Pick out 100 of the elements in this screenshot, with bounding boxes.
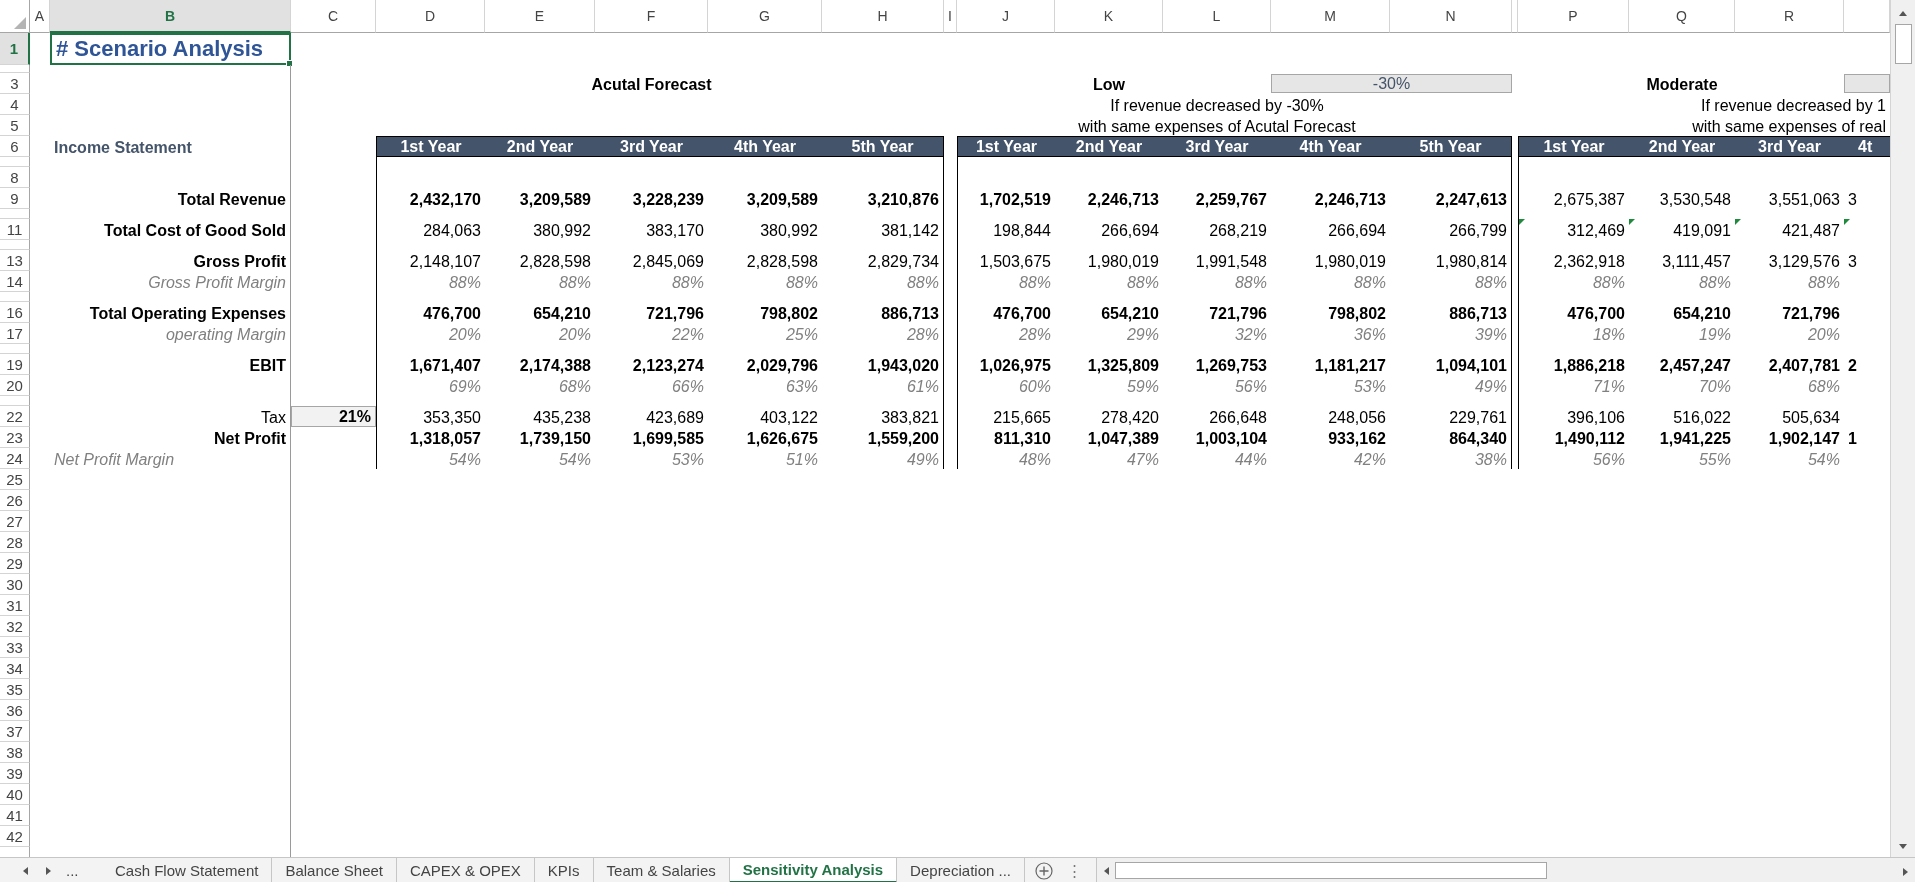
table-cell: 22% (671, 326, 704, 344)
table-cell: 1,503,675 (979, 253, 1051, 271)
row-header[interactable]: 32 (0, 616, 30, 637)
column-header[interactable]: J (957, 0, 1055, 33)
row-header[interactable]: 35 (0, 679, 30, 700)
row-header[interactable]: 5 (0, 115, 30, 136)
column-header[interactable]: E (485, 0, 595, 33)
arrow-right-icon[interactable] (44, 866, 52, 875)
row-header[interactable]: 39 (0, 763, 30, 784)
scrollbar-thumb[interactable] (1894, 24, 1912, 64)
sheet-tab[interactable]: CAPEX & OPEX (397, 858, 535, 882)
column-header[interactable]: A (30, 0, 50, 33)
table-cell: 266,648 (1209, 409, 1267, 427)
row-header[interactable] (0, 240, 30, 250)
row-header[interactable]: 25 (0, 469, 30, 490)
row-header[interactable]: 36 (0, 700, 30, 721)
row-header[interactable]: 19 (0, 354, 30, 375)
column-header[interactable]: H (822, 0, 944, 33)
column-header[interactable]: L (1163, 0, 1271, 33)
options-button[interactable]: ⋮ (1067, 858, 1082, 882)
arrow-down-icon[interactable] (1899, 842, 1907, 850)
row-header[interactable]: 42 (0, 826, 30, 847)
row-header[interactable]: 3 (0, 73, 30, 94)
row-header[interactable]: 33 (0, 637, 30, 658)
column-header[interactable]: Q (1629, 0, 1735, 33)
row-header[interactable]: 1 (0, 33, 30, 65)
active-cell[interactable]: # Scenario Analysis (50, 33, 291, 65)
row-header[interactable]: 34 (0, 658, 30, 679)
row-header[interactable]: 22 (0, 406, 30, 427)
row-header[interactable]: 6 (0, 136, 30, 157)
sheet-tab[interactable]: Sensitivity Analysis (729, 858, 898, 882)
row-header[interactable]: 28 (0, 532, 30, 553)
row-header[interactable]: 29 (0, 553, 30, 574)
table-cell: 3 (1848, 253, 1857, 271)
column-header[interactable]: B (50, 0, 291, 33)
more-tabs-button[interactable]: ... (66, 862, 79, 879)
table-cell: 2,407,781 (1768, 357, 1840, 375)
scrollbar-thumb[interactable] (1115, 862, 1547, 879)
row-header[interactable] (0, 292, 30, 302)
row-header[interactable]: 14 (0, 271, 30, 292)
column-header[interactable]: M (1271, 0, 1390, 33)
row-header[interactable]: 9 (0, 188, 30, 209)
column-header[interactable]: N (1390, 0, 1512, 33)
sheet-tab[interactable]: Balance Sheet (272, 858, 397, 882)
row-header[interactable] (0, 396, 30, 406)
table-cell: 1,325,809 (1087, 357, 1159, 375)
tax-rate-field[interactable]: 21% (291, 406, 376, 427)
row-header[interactable]: 24 (0, 448, 30, 469)
table-cell: 1,671,407 (409, 357, 481, 375)
row-header[interactable]: 4 (0, 94, 30, 115)
row-header[interactable]: 26 (0, 490, 30, 511)
percent-field[interactable]: -30% (1271, 74, 1512, 93)
arrow-up-icon[interactable] (1899, 10, 1907, 18)
sheet-tab[interactable]: Team & Salaries (593, 858, 730, 882)
column-header[interactable]: R (1735, 0, 1844, 33)
row-header[interactable]: 11 (0, 219, 30, 240)
column-header[interactable] (1512, 0, 1518, 33)
table-cell: 71% (1592, 378, 1625, 396)
sheet-tab[interactable]: Depreciation ... (897, 858, 1025, 882)
row-header[interactable]: 30 (0, 574, 30, 595)
row-header[interactable]: 27 (0, 511, 30, 532)
column-header[interactable]: D (376, 0, 485, 33)
column-header[interactable]: K (1055, 0, 1163, 33)
table-cell: 39% (1474, 326, 1507, 344)
table-cell: 266,799 (1449, 222, 1507, 240)
select-all-icon[interactable] (14, 17, 26, 29)
row-header[interactable]: 37 (0, 721, 30, 742)
arrow-left-icon[interactable] (22, 866, 30, 875)
row-header[interactable] (0, 209, 30, 219)
row-header[interactable]: 8 (0, 167, 30, 188)
column-header[interactable]: F (595, 0, 708, 33)
add-sheet-icon[interactable] (1035, 861, 1053, 880)
row-header[interactable] (0, 157, 30, 167)
row-header[interactable]: 20 (0, 375, 30, 396)
row-header[interactable]: 13 (0, 250, 30, 271)
table-cell: 25% (785, 326, 818, 344)
row-header[interactable]: 16 (0, 302, 30, 323)
row-header[interactable]: 41 (0, 805, 30, 826)
row-header[interactable] (0, 65, 30, 73)
column-header[interactable]: P (1518, 0, 1629, 33)
column-header[interactable]: I (944, 0, 957, 33)
sheet-tab[interactable]: KPIs (534, 858, 594, 882)
sheet-tab[interactable]: Cash Flow Statement (102, 858, 273, 882)
scenario-description: If revenue decreased by 1 (1701, 97, 1886, 115)
table-cell: 266,694 (1328, 222, 1386, 240)
row-header[interactable]: 31 (0, 595, 30, 616)
percent-field[interactable] (1844, 74, 1890, 93)
column-header[interactable]: C (291, 0, 376, 33)
column-header[interactable]: G (708, 0, 822, 33)
row-header[interactable]: 17 (0, 323, 30, 344)
fill-handle[interactable] (286, 60, 293, 67)
column-header[interactable] (1844, 0, 1890, 33)
row-header[interactable]: 40 (0, 784, 30, 805)
vertical-scrollbar[interactable] (1890, 0, 1915, 857)
year-header: 5th Year (822, 136, 944, 157)
arrow-right-icon[interactable] (1901, 868, 1909, 876)
arrow-left-icon[interactable] (1103, 866, 1111, 875)
row-header[interactable] (0, 344, 30, 354)
row-header[interactable]: 38 (0, 742, 30, 763)
row-header[interactable]: 23 (0, 427, 30, 448)
